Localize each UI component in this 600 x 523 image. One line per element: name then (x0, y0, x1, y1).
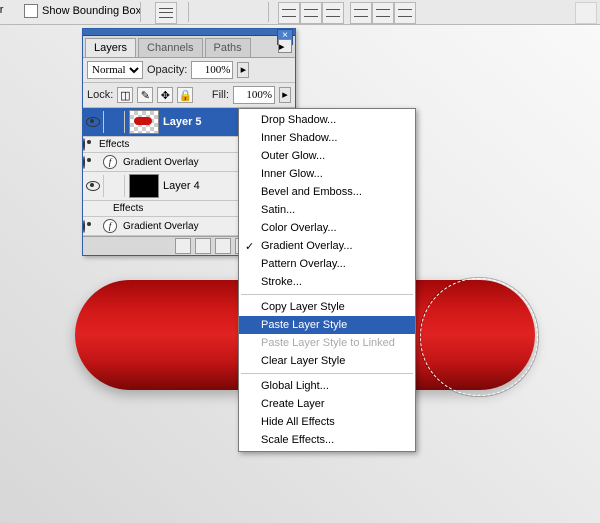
menu-item: Paste Layer Style to Linked (239, 334, 415, 352)
lock-pixels-icon[interactable]: ✎ (137, 87, 153, 103)
toolbar-end-button[interactable] (575, 2, 597, 24)
show-bbox-label: Show Bounding Box (42, 5, 141, 17)
lock-transparency-icon[interactable]: ◫ (117, 87, 133, 103)
menu-item[interactable]: Bevel and Emboss... (239, 183, 415, 201)
align-icon (326, 6, 340, 20)
link-toggle[interactable] (104, 175, 125, 197)
tab-channels[interactable]: Channels (138, 38, 202, 57)
align-button[interactable] (394, 2, 416, 24)
effect-name: Gradient Overlay (123, 157, 199, 168)
layer-style-context-menu: Drop Shadow...Inner Shadow...Outer Glow.… (238, 108, 416, 452)
fill-flyout[interactable]: ▸ (279, 87, 291, 103)
selection-marquee (420, 278, 538, 396)
toolbar-separator (140, 2, 141, 22)
menu-item[interactable]: Outer Glow... (239, 147, 415, 165)
eye-icon (86, 181, 100, 191)
link-toggle[interactable] (104, 111, 125, 133)
effect-name: Gradient Overlay (123, 221, 199, 232)
menu-item[interactable]: Global Light... (239, 377, 415, 395)
menu-item[interactable]: Inner Glow... (239, 165, 415, 183)
eye-icon (83, 220, 85, 233)
fx-icon: f (103, 219, 117, 233)
check-icon: ✓ (245, 240, 254, 253)
menu-item[interactable]: Paste Layer Style (239, 316, 415, 334)
link-layers-button[interactable] (175, 238, 191, 254)
menu-item[interactable]: Create Layer (239, 395, 415, 413)
layer-thumbnail[interactable] (129, 174, 159, 198)
menu-item[interactable]: Scale Effects... (239, 431, 415, 449)
blend-controls: Normal Opacity: ▸ (83, 58, 295, 83)
menu-item[interactable]: Color Overlay... (239, 219, 415, 237)
lock-all-icon[interactable]: 🔒 (177, 87, 193, 103)
lock-label: Lock: (87, 89, 113, 101)
effects-label: Effects (113, 203, 143, 214)
panel-tabs: Layers Channels Paths ▸ (83, 36, 295, 58)
menu-item[interactable]: Stroke... (239, 273, 415, 291)
fill-label: Fill: (212, 89, 229, 101)
opacity-input[interactable] (191, 61, 233, 79)
align-icon (304, 6, 318, 20)
eye-icon (86, 117, 100, 127)
tab-layers[interactable]: Layers (85, 38, 136, 57)
fill-input[interactable] (233, 86, 275, 104)
align-button[interactable] (372, 2, 394, 24)
menu-item[interactable]: Copy Layer Style (239, 298, 415, 316)
toolbar-separator (268, 2, 269, 22)
app-viewport: ayer Show Bounding Box × Layers Channels (0, 0, 600, 523)
panel-titlebar[interactable]: × (83, 29, 295, 36)
options-bar: ayer Show Bounding Box (0, 0, 600, 25)
toolbar-text: ayer (0, 4, 3, 16)
fx-icon: f (103, 155, 117, 169)
show-bbox-checkbox[interactable]: ayer (0, 4, 3, 16)
align-button[interactable] (350, 2, 372, 24)
warp-mode-button[interactable] (155, 2, 177, 24)
checkbox-box[interactable] (24, 4, 38, 18)
eye-icon (83, 138, 85, 151)
opacity-flyout[interactable]: ▸ (237, 62, 249, 78)
lock-position-icon[interactable]: ✥ (157, 87, 173, 103)
effects-label: Effects (99, 139, 129, 150)
show-bbox-checkbox[interactable]: Show Bounding Box (24, 4, 141, 18)
align-icon (398, 6, 412, 20)
visibility-toggle[interactable] (83, 175, 104, 197)
menu-separator (241, 294, 413, 295)
opacity-label: Opacity: (147, 64, 187, 76)
grid-icon (159, 6, 173, 20)
align-icon (354, 6, 368, 20)
align-button[interactable] (278, 2, 300, 24)
align-icon (282, 6, 296, 20)
menu-item[interactable]: Drop Shadow... (239, 111, 415, 129)
layer-mask-button[interactable] (215, 238, 231, 254)
menu-item[interactable]: Hide All Effects (239, 413, 415, 431)
tab-paths[interactable]: Paths (205, 38, 251, 57)
toolbar-separator (188, 2, 189, 22)
menu-item[interactable]: Inner Shadow... (239, 129, 415, 147)
lock-controls: Lock: ◫ ✎ ✥ 🔒 Fill: ▸ (83, 83, 295, 108)
panel-menu-button[interactable]: ▸ (278, 39, 292, 53)
eye-icon (83, 156, 85, 169)
menu-separator (241, 373, 413, 374)
menu-item[interactable]: Clear Layer Style (239, 352, 415, 370)
menu-item[interactable]: Gradient Overlay...✓ (239, 237, 415, 255)
layer-thumbnail[interactable] (129, 110, 159, 134)
layer-style-button[interactable] (195, 238, 211, 254)
visibility-toggle[interactable] (83, 111, 104, 133)
menu-item[interactable]: Satin... (239, 201, 415, 219)
menu-item[interactable]: Pattern Overlay... (239, 255, 415, 273)
align-button[interactable] (322, 2, 344, 24)
align-button[interactable] (300, 2, 322, 24)
blend-mode-select[interactable]: Normal (87, 61, 143, 79)
align-icon (376, 6, 390, 20)
